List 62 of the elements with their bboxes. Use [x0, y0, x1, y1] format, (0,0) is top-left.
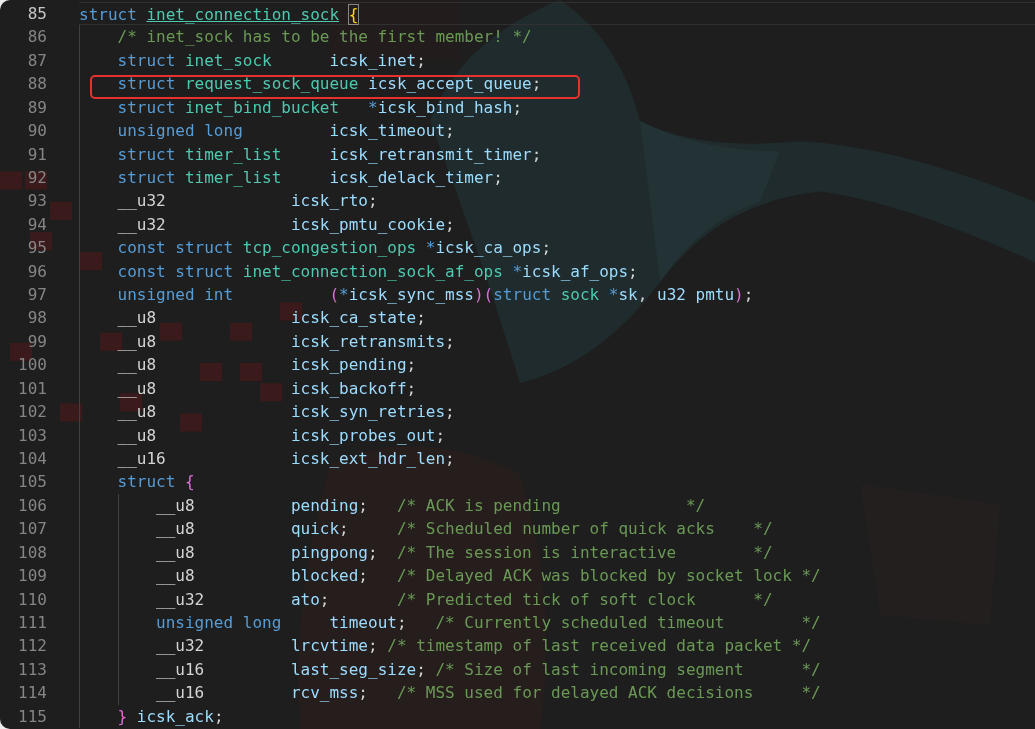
line-number: 97	[26, 284, 47, 307]
code-line: struct timer_list icsk_retransmit_timer;	[116, 144, 542, 164]
line-number: 85	[26, 3, 47, 25]
line-number: 102	[17, 401, 47, 424]
code-line: __u8 icsk_retransmits;	[116, 331, 455, 351]
line-number: 95	[26, 237, 47, 260]
code-line: struct timer_list icsk_delack_timer;	[116, 167, 503, 187]
code-line: __u8 icsk_backoff;	[116, 378, 417, 398]
code-line: __u8 icsk_syn_retries;	[116, 402, 455, 422]
line-number: 88	[26, 73, 47, 96]
code-line: const struct tcp_congestion_ops *icsk_ca_ops;	[116, 238, 552, 258]
line-number: 115	[17, 705, 47, 728]
code-line: __u32 lrcvtime; /* timestamp of last received data packet */	[155, 636, 812, 656]
code-line: struct inet_bind_bucket *icsk_bind_hash;	[116, 97, 523, 117]
code-line: struct {	[116, 472, 195, 492]
line-number: 92	[26, 166, 47, 189]
code-line: __u8 icsk_ca_state;	[116, 308, 426, 328]
line-number: 98	[26, 307, 47, 330]
code-line: __u8 pingpong; /* The session is interactive */	[155, 542, 773, 562]
code-line: __u8 quick; /* Scheduled number of quick acks */	[155, 519, 773, 539]
line-number: 103	[17, 424, 47, 447]
line-number: 113	[17, 658, 47, 681]
code-line: struct inet_sock icsk_inet;	[116, 50, 426, 70]
code-line: unsigned int (*icsk_sync_mss)(struct sock *sk, u32 pmtu);	[116, 285, 754, 305]
code-line: struct request_sock_queue icsk_accept_queue;	[116, 74, 542, 94]
line-number: 112	[17, 635, 47, 658]
line-number: 90	[26, 120, 47, 143]
line-number: 109	[17, 565, 47, 588]
code-line: } icsk_ack;	[116, 706, 224, 726]
line-number: 94	[26, 213, 47, 236]
code-line: unsigned long icsk_timeout;	[116, 121, 455, 141]
line-number: 105	[17, 471, 47, 494]
line-number: 108	[17, 541, 47, 564]
code-line: __u8 icsk_pending;	[116, 355, 417, 375]
line-number: 111	[17, 611, 47, 634]
code-line: __u16 icsk_ext_hdr_len;	[116, 449, 455, 468]
line-number: 99	[26, 330, 47, 353]
code-line: const struct inet_connection_sock_af_ops *icsk_af_ops;	[116, 261, 638, 281]
line-number: 107	[17, 518, 47, 541]
line-number: 110	[17, 588, 47, 611]
code-line: __u16 rcv_mss; /* MSS used for delayed ACK decisions */	[155, 683, 821, 703]
code-line: __u32 icsk_rto;	[116, 191, 378, 211]
code-line: unsigned long timeout; /* Currently scheduled timeout */	[155, 612, 821, 632]
line-number: 100	[17, 354, 47, 377]
line-number: 86	[26, 26, 47, 49]
line-number: 93	[26, 190, 47, 213]
code-line: __u8 icsk_probes_out;	[116, 425, 446, 445]
code-line: __u32 ato; /* Predicted tick of soft clock */	[155, 589, 773, 609]
line-number: 101	[17, 377, 47, 400]
code-line: __u32 icsk_pmtu_cookie;	[116, 214, 455, 234]
line-number: 87	[26, 49, 47, 72]
line-number: 106	[17, 494, 47, 517]
code-line: __u8 blocked; /* Delayed ACK was blocked by socket lock */	[155, 566, 821, 586]
line-number: 96	[26, 260, 47, 283]
code-line: struct inet_connection_sock {	[79, 5, 359, 24]
line-number: 89	[26, 96, 47, 119]
line-number: 91	[26, 143, 47, 166]
code-line: __u8 pending; /* ACK is pending */	[155, 495, 706, 515]
line-number: 104	[17, 448, 47, 470]
line-number: 114	[17, 682, 47, 705]
code-line: /* inet_sock has to be the first member! */	[116, 27, 532, 47]
code-line: __u16 last_seg_size; /* Size of last incoming segment */	[155, 659, 821, 679]
